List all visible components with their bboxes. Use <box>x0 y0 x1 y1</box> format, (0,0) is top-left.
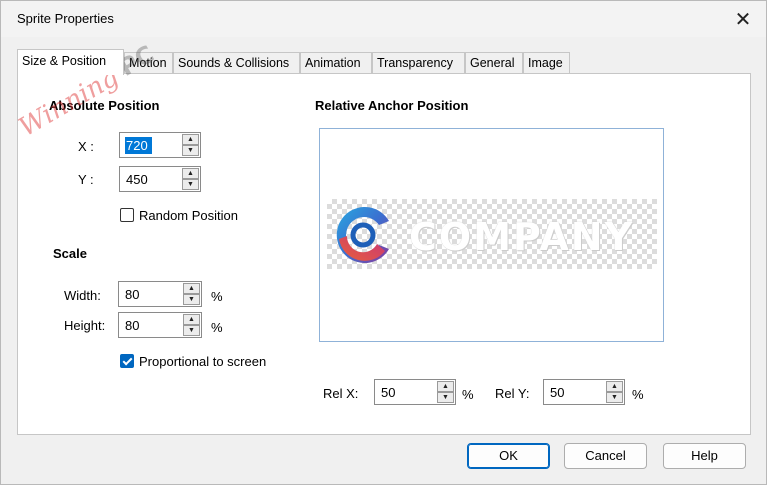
rely-unit: % <box>632 387 644 402</box>
sprite-properties-dialog: Sprite Properties ✕ Size & Position Moti… <box>0 0 767 485</box>
x-down-button[interactable]: ▼ <box>182 145 199 156</box>
y-down-button[interactable]: ▼ <box>182 179 199 190</box>
proportional-label[interactable]: Proportional to screen <box>139 354 266 369</box>
rely-spinbox: ▲ ▼ <box>543 379 625 405</box>
relx-label: Rel X: <box>323 386 359 401</box>
rely-down-button[interactable]: ▼ <box>606 392 623 403</box>
title-bar: Sprite Properties ✕ <box>1 1 766 37</box>
ok-button[interactable]: OK <box>467 443 550 469</box>
tab-sounds-collisions[interactable]: Sounds & Collisions <box>173 52 300 74</box>
scale-title: Scale <box>53 246 87 261</box>
x-input[interactable] <box>120 133 182 157</box>
proportional-checkbox[interactable] <box>120 354 134 368</box>
chevron-down-icon: ▼ <box>188 296 195 303</box>
rely-input[interactable] <box>544 380 606 404</box>
relx-up-button[interactable]: ▲ <box>437 381 454 392</box>
relx-down-button[interactable]: ▼ <box>437 392 454 403</box>
window-title: Sprite Properties <box>17 11 114 26</box>
anchor-title: Relative Anchor Position <box>315 98 469 113</box>
tab-transparency[interactable]: Transparency <box>372 52 465 74</box>
height-label: Height: <box>64 318 106 333</box>
chevron-up-icon: ▲ <box>611 383 618 390</box>
height-down-button[interactable]: ▼ <box>183 325 200 336</box>
relx-input[interactable] <box>375 380 437 404</box>
width-unit: % <box>211 289 223 304</box>
relx-spinbox: ▲ ▼ <box>374 379 456 405</box>
x-label: X : <box>78 139 94 154</box>
chevron-up-icon: ▲ <box>188 285 195 292</box>
anchor-preview[interactable]: COMPANY <box>319 128 664 342</box>
height-input[interactable] <box>119 313 183 337</box>
tab-image[interactable]: Image <box>523 52 570 74</box>
chevron-down-icon: ▼ <box>442 394 449 401</box>
height-unit: % <box>211 320 223 335</box>
y-up-button[interactable]: ▲ <box>182 168 199 179</box>
chevron-down-icon: ▼ <box>187 181 194 188</box>
rely-up-button[interactable]: ▲ <box>606 381 623 392</box>
chevron-up-icon: ▲ <box>187 170 194 177</box>
relx-unit: % <box>462 387 474 402</box>
height-up-button[interactable]: ▲ <box>183 314 200 325</box>
width-down-button[interactable]: ▼ <box>183 294 200 305</box>
height-spinbox: ▲ ▼ <box>118 312 202 338</box>
chevron-down-icon: ▼ <box>187 147 194 154</box>
width-up-button[interactable]: ▲ <box>183 283 200 294</box>
chevron-down-icon: ▼ <box>188 327 195 334</box>
tab-size-position[interactable]: Size & Position <box>17 49 124 75</box>
x-up-button[interactable]: ▲ <box>182 134 199 145</box>
width-spinbox: ▲ ▼ <box>118 281 202 307</box>
random-position-label[interactable]: Random Position <box>139 208 238 223</box>
tab-general[interactable]: General <box>465 52 523 74</box>
cancel-button[interactable]: Cancel <box>564 443 647 469</box>
y-label: Y : <box>78 172 94 187</box>
x-spinbox: ▲ ▼ <box>119 132 201 158</box>
chevron-up-icon: ▲ <box>442 383 449 390</box>
y-input[interactable] <box>120 167 182 191</box>
tab-animation[interactable]: Animation <box>300 52 372 74</box>
y-spinbox: ▲ ▼ <box>119 166 201 192</box>
rely-label: Rel Y: <box>495 386 530 401</box>
chevron-up-icon: ▲ <box>188 316 195 323</box>
sprite-image: COMPANY <box>327 199 657 269</box>
help-button[interactable]: Help <box>663 443 746 469</box>
chevron-up-icon: ▲ <box>187 136 194 143</box>
width-input[interactable] <box>119 282 183 306</box>
close-icon: ✕ <box>734 8 752 31</box>
width-label: Width: <box>64 288 101 303</box>
random-position-checkbox[interactable] <box>120 208 134 222</box>
chevron-down-icon: ▼ <box>611 394 618 401</box>
size-position-panel: Absolute Position X : ▲ ▼ Y : ▲ ▼ Random… <box>17 73 751 435</box>
logo-text: COMPANY <box>409 215 635 259</box>
company-logo-icon <box>336 207 389 263</box>
close-button[interactable]: ✕ <box>728 5 758 33</box>
